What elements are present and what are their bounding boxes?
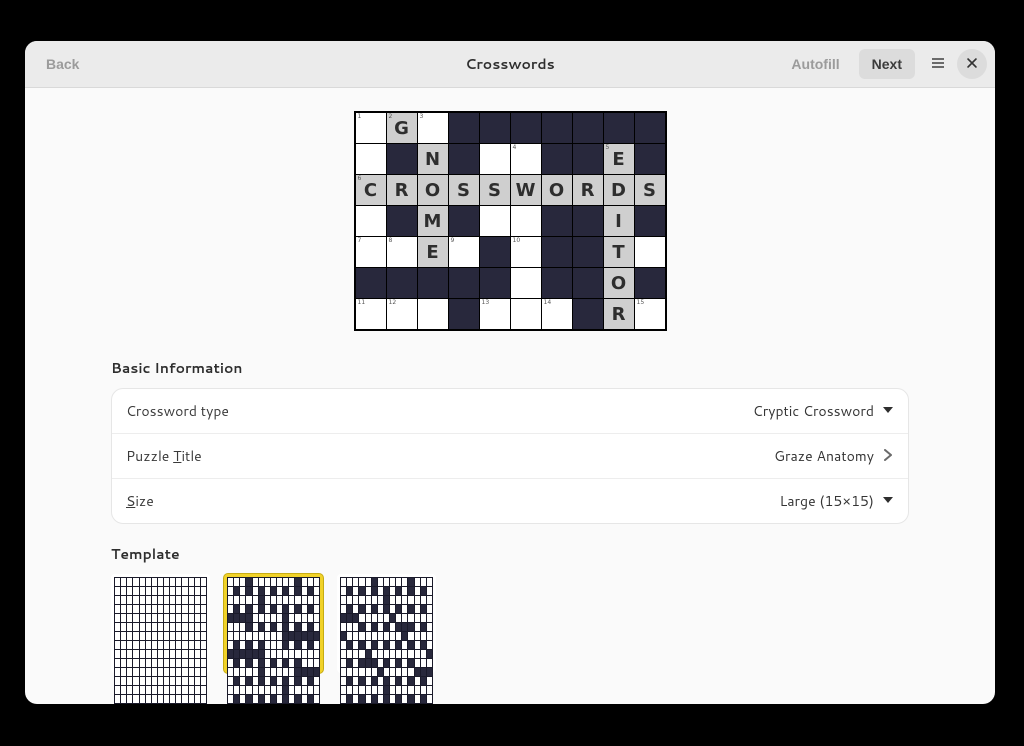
template-option-2[interactable]	[337, 574, 436, 673]
template-option-1[interactable]	[224, 574, 323, 673]
next-button[interactable]: Next	[859, 49, 915, 79]
content-area: 1G23N4E5C6ROSSWORDSMI78E910TO11121314R15…	[25, 88, 995, 704]
hamburger-icon	[930, 55, 946, 74]
hamburger-menu-button[interactable]	[923, 49, 953, 79]
puzzle-title-value: Graze Anatomy	[774, 446, 874, 466]
basic-information-heading: Basic Information	[111, 358, 909, 378]
template-option-0[interactable]	[111, 574, 210, 673]
basic-information-section: Basic Information Crossword type Cryptic…	[111, 358, 909, 524]
crossword-type-value: Cryptic Crossword	[753, 401, 874, 421]
template-heading: Template	[111, 544, 909, 564]
crossword-type-row[interactable]: Crossword type Cryptic Crossword	[112, 389, 908, 433]
crossword-type-label: Crossword type	[126, 401, 229, 421]
size-row[interactable]: Size Large (15×15)	[112, 478, 908, 523]
puzzle-title-row[interactable]: Puzzle Title Graze Anatomy	[112, 433, 908, 478]
autofill-button[interactable]: Autofill	[778, 49, 852, 79]
size-label: Size	[126, 491, 154, 511]
chevron-right-icon	[882, 446, 894, 466]
basic-information-list: Crossword type Cryptic Crossword Puzzle …	[111, 388, 909, 524]
chevron-down-icon	[882, 491, 894, 511]
crossword-preview: 1G23N4E5C6ROSSWORDSMI78E910TO11121314R15	[355, 112, 666, 330]
template-section: Template	[111, 544, 909, 673]
puzzle-title-label: Puzzle Title	[126, 446, 202, 466]
close-icon	[965, 56, 979, 73]
chevron-down-icon	[882, 401, 894, 421]
titlebar: Back Crosswords Autofill Next	[25, 41, 995, 88]
back-button[interactable]: Back	[33, 49, 92, 79]
close-button[interactable]	[957, 49, 987, 79]
app-window: Back Crosswords Autofill Next 1G23N4E5C6…	[25, 41, 995, 704]
size-value: Large (15×15)	[780, 491, 875, 511]
template-gallery	[111, 574, 909, 673]
